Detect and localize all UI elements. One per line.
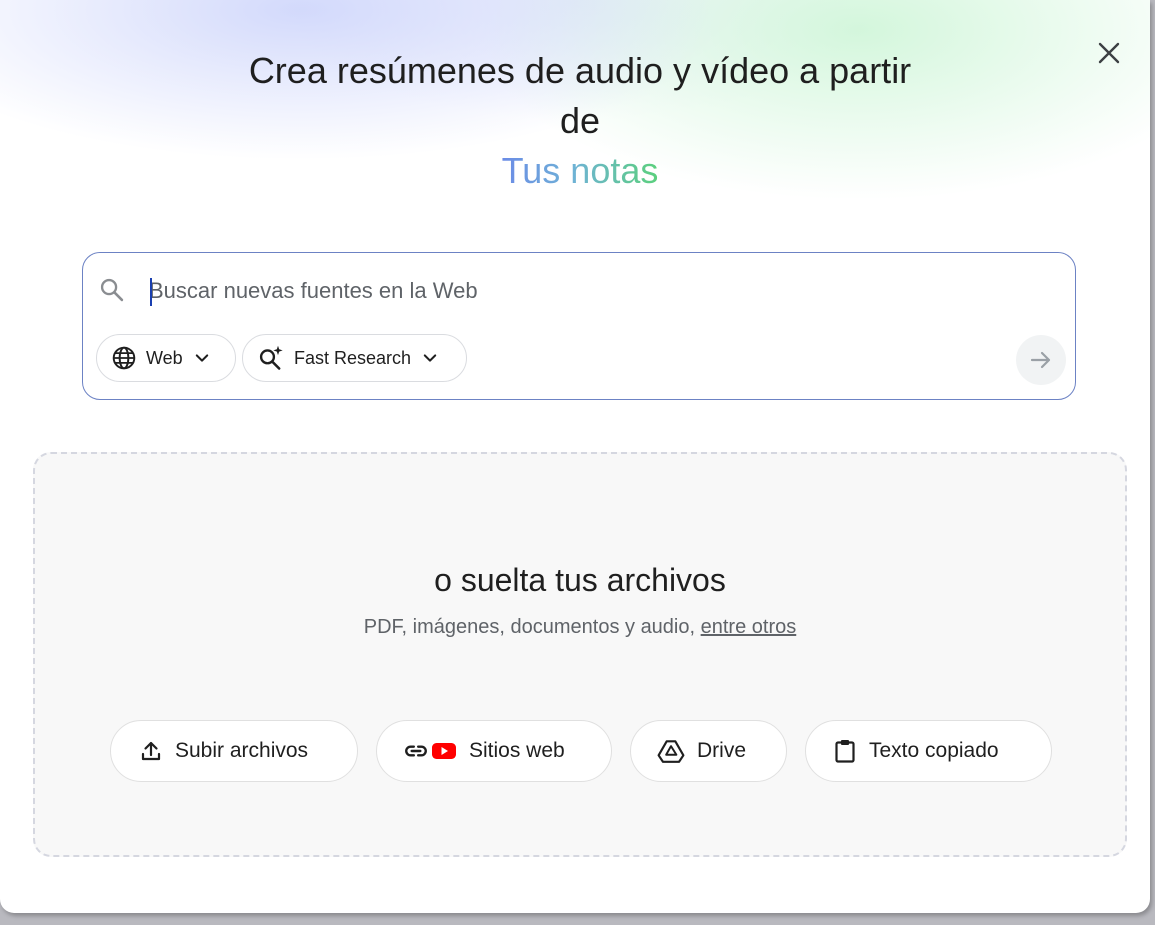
link-icon [405, 745, 427, 757]
search-sparkle-icon [259, 345, 283, 370]
web-search-box: Web Fast Research [82, 252, 1076, 400]
research-mode-label: Fast Research [294, 347, 412, 368]
dropzone-subtitle-text: PDF, imágenes, documentos y audio, [363, 616, 696, 638]
websites-button[interactable]: Sitios web [376, 720, 612, 782]
add-sources-dialog: Crea resúmenes de audio y vídeo a partir… [0, 0, 1150, 913]
dropzone-title: o suelta tus archivos [434, 562, 726, 598]
heading-line-1: Crea resúmenes de audio y vídeo a partir [248, 50, 912, 91]
copied-text-label: Texto copiado [869, 739, 999, 762]
copied-text-button[interactable]: Texto copiado [805, 720, 1052, 782]
youtube-icon [432, 743, 456, 759]
close-icon [1098, 42, 1120, 64]
upload-files-button[interactable]: Subir archivos [110, 720, 358, 782]
file-dropzone[interactable]: o suelta tus archivos PDF, imágenes, doc… [33, 452, 1127, 857]
chevron-down-icon [423, 354, 437, 362]
dropzone-subtitle: PDF, imágenes, documentos y audio, entre… [35, 616, 1125, 639]
search-icon [100, 278, 124, 302]
heading-line-2: de [559, 100, 601, 141]
search-input[interactable] [149, 273, 1009, 309]
websites-label: Sitios web [469, 739, 565, 762]
dialog-heading: Crea resúmenes de audio y vídeo a partir… [200, 46, 960, 196]
supported-types-link[interactable]: entre otros [701, 616, 797, 638]
close-button[interactable] [1093, 37, 1125, 69]
upload-files-label: Subir archivos [175, 739, 309, 762]
arrow-right-icon [1030, 351, 1051, 369]
heading-accent: Tus notas [502, 146, 659, 196]
text-caret [150, 278, 152, 306]
source-type-label: Web [146, 347, 183, 368]
drive-label: Drive [697, 739, 747, 762]
chevron-down-icon [195, 354, 208, 362]
drive-icon [657, 740, 685, 763]
upload-icon [141, 741, 161, 761]
submit-search-button[interactable] [1016, 335, 1066, 385]
source-type-dropdown[interactable]: Web [96, 334, 236, 382]
globe-icon [112, 346, 136, 370]
clipboard-icon [835, 740, 855, 763]
drive-button[interactable]: Drive [630, 720, 787, 782]
research-mode-dropdown[interactable]: Fast Research [242, 334, 467, 382]
